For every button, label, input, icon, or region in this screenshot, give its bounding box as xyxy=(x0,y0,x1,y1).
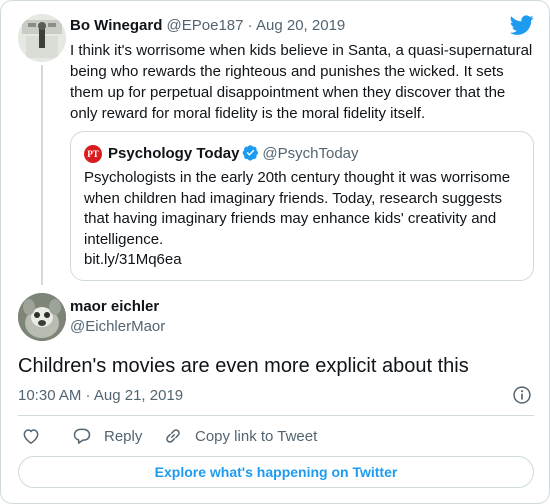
author-handle[interactable]: @EPoe187 xyxy=(167,17,244,34)
explore-twitter-button[interactable]: Explore what's happening on Twitter xyxy=(18,456,534,488)
parent-tweet-text: I think it's worrisome when kids believe… xyxy=(70,42,533,122)
reply-bubble-icon xyxy=(73,428,91,444)
parent-tweet-header: Bo Winegard @EPoe187 · Aug 20, 2019 xyxy=(70,16,500,36)
separator-dot: · xyxy=(247,17,253,34)
quoted-tweet[interactable]: PT Psychology Today @PsychToday Psycholo… xyxy=(70,131,534,281)
quoted-author-name: Psychology Today xyxy=(108,145,240,162)
like-button[interactable] xyxy=(21,425,41,447)
reply-button[interactable]: Reply xyxy=(72,425,142,447)
link-icon xyxy=(166,429,180,443)
quoted-author-handle: @PsychToday xyxy=(262,145,359,162)
tweet-date[interactable]: Aug 20, 2019 xyxy=(256,17,345,34)
copy-link-label: Copy link to Tweet xyxy=(195,427,318,445)
quoted-tweet-link[interactable]: bit.ly/31Mq6ea xyxy=(84,250,520,271)
twitter-bird-icon[interactable] xyxy=(509,13,535,37)
avatar-bo-winegard[interactable] xyxy=(18,14,66,62)
info-icon[interactable] xyxy=(512,385,532,405)
tweet-timestamp[interactable]: 10:30 AM · Aug 21, 2019 xyxy=(18,386,183,406)
quoted-tweet-header: Psychology Today @PsychToday xyxy=(108,144,359,164)
verified-badge-icon xyxy=(243,145,259,161)
quoted-tweet-text: Psychologists in the early 20th century … xyxy=(84,169,511,248)
reply-label: Reply xyxy=(104,427,143,445)
author-handle[interactable]: @EichlerMaor xyxy=(70,317,165,337)
tweet-embed-card: Bo Winegard @EPoe187 · Aug 20, 2019 I th… xyxy=(0,0,550,504)
divider xyxy=(18,415,534,416)
heart-icon xyxy=(23,429,39,444)
main-tweet-text: Children's movies are even more explicit… xyxy=(18,355,469,377)
author-name[interactable]: maor eichler xyxy=(70,297,159,317)
thread-connector-line xyxy=(41,65,43,285)
avatar-maor-eichler[interactable] xyxy=(18,293,66,341)
psychology-today-logo-icon: PT xyxy=(84,145,102,163)
copy-link-button[interactable]: Copy link to Tweet xyxy=(163,425,317,447)
quoted-tweet-body: Psychologists in the early 20th century … xyxy=(84,168,520,271)
author-name[interactable]: Bo Winegard xyxy=(70,17,162,34)
